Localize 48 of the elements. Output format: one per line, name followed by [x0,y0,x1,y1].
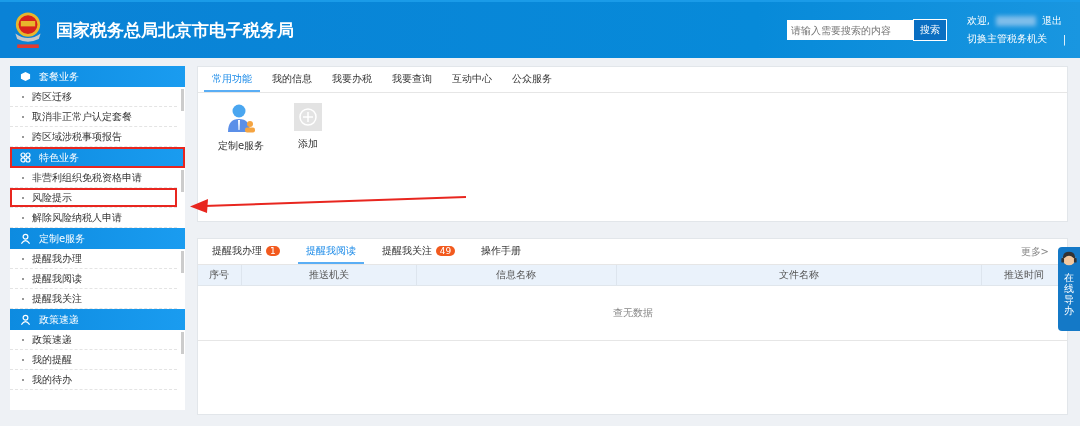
tab[interactable]: 常用功能 [204,67,260,92]
site-title: 国家税务总局北京市电子税务局 [56,18,294,42]
tab[interactable]: 互动中心 [444,67,500,92]
separator-text: | [1062,33,1066,45]
scrollbar[interactable] [181,332,184,354]
sidebar-item[interactable]: 我的提醒 [10,350,177,370]
person-icon [20,314,31,325]
shortcut-label: 添加 [298,137,319,151]
user-service-icon[interactable] [226,103,257,133]
column-header: 信息名称 [416,265,617,285]
sidebar-item[interactable]: 非营利组织免税资格申请 [10,168,177,188]
count-badge: 49 [435,245,456,256]
tab[interactable]: 我要办税 [324,67,380,92]
empty-message: 查无数据 [612,306,653,320]
agent-icon [1060,250,1078,268]
scrollbar[interactable] [181,89,184,111]
tab[interactable]: 操作手册 [473,239,530,264]
sidebar-item[interactable]: 提醒我办理 [10,249,177,269]
sidebar-item[interactable]: 我的待办 [10,370,177,390]
tab[interactable]: 提醒我关注 49 [373,239,464,264]
redacted-name [995,16,1036,26]
scrollbar[interactable] [181,251,184,273]
more-link[interactable]: 更多> [1020,244,1049,259]
section-title: 政策速递 [39,312,79,327]
tab[interactable]: 我的信息 [264,67,320,92]
grid-icon [20,152,31,163]
sidebar-item[interactable]: 跨区迁移 [10,87,177,107]
column-header: 文件名称 [616,265,983,285]
sidebar-item[interactable]: 取消非正常户认定套餐 [10,107,177,127]
tab[interactable]: 提醒我办理 1 [204,239,288,264]
sidebar-item[interactable]: 提醒我阅读 [10,269,177,289]
person-icon [20,233,31,244]
count-badge: 1 [266,245,280,256]
sidebar-item[interactable]: 风险提示 [10,188,177,208]
section-title: 定制e服务 [39,231,86,246]
welcome-text: 欢迎, [966,14,990,28]
tab[interactable]: 公众服务 [504,67,560,92]
sidebar-item[interactable]: 政策速递 [10,330,177,350]
section-title: 特色业务 [39,150,79,165]
section-title: 套餐业务 [39,69,79,84]
search-button[interactable]: 搜索 [912,19,947,41]
column-header: 推送机关 [241,265,417,285]
tab[interactable]: 我要查询 [384,67,440,92]
cube-icon [20,71,31,82]
scrollbar[interactable] [181,170,184,192]
column-header: 序号 [198,265,242,285]
add-icon[interactable] [294,103,323,131]
shortcut-label: 定制e服务 [218,139,265,153]
